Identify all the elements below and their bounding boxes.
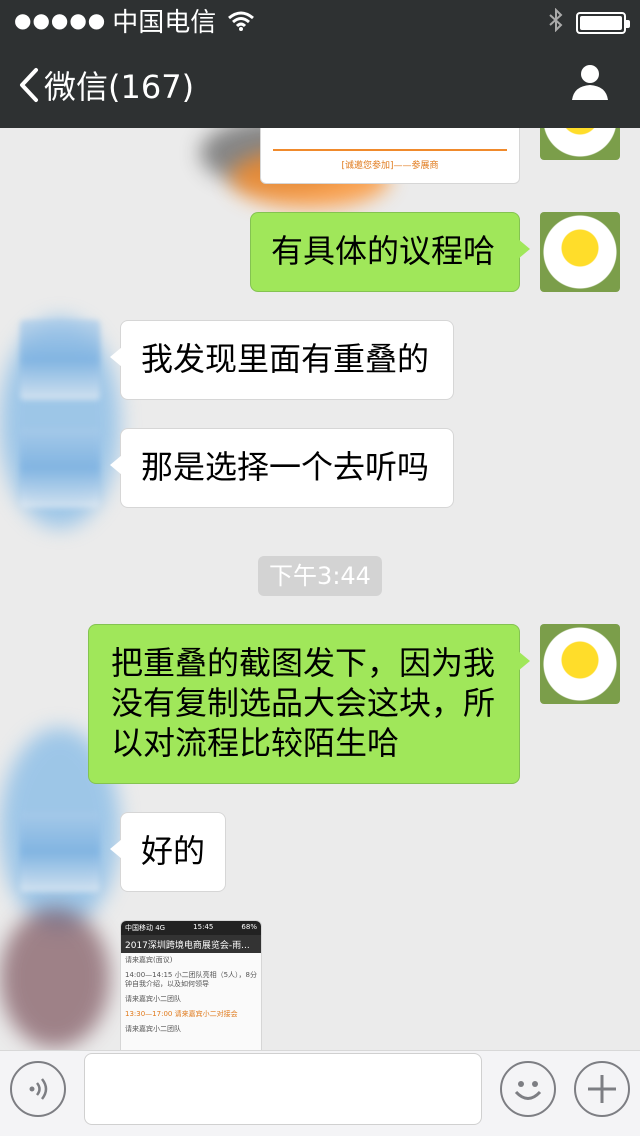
chevron-left-icon [20,68,38,102]
image-row: 请来嘉宾(面议) [125,956,173,964]
back-button[interactable]: 微信(167) [18,62,194,108]
message-input[interactable] [84,1053,482,1125]
image-row: 13:30—17:00 请来嘉宾小二对接会 [125,1010,238,1018]
message-bubble-incoming[interactable]: 好的 [110,812,226,892]
image-row: 14:00—14:15 小二团队亮相（5人），8分钟自我介绍，以及如何领导 [125,971,257,988]
chat-area[interactable]: [诚邀您参加]——参展商 有具体的议程哈 我发现里面有重叠的 那是选择一个去听吗… [0,128,640,1050]
input-bar [0,1050,640,1136]
voice-button[interactable] [10,1061,66,1117]
message-bubble-outgoing[interactable]: 把重叠的截图发下，因为我没有复制选品大会这块，所以对流程比较陌生哈 [88,624,530,784]
wifi-icon [228,9,255,31]
message-text: 我发现里面有重叠的 [141,340,430,378]
avatar-contact[interactable] [20,812,100,892]
image-status-right: 68% [241,923,257,931]
person-icon[interactable] [570,62,610,102]
bluetooth-icon [548,7,564,38]
image-caption: [诚邀您参加]——参展商 [341,161,439,171]
avatar-contact[interactable] [20,428,100,508]
back-label: 微信(167) [44,68,195,106]
redaction-smear [0,908,110,1048]
image-divider [273,149,507,151]
battery-icon [576,12,630,34]
plus-icon [588,1075,616,1103]
message-text: 有具体的议程哈 [271,232,496,270]
avatar-self[interactable] [540,624,620,704]
image-title: 2017深圳跨境电商展览会-雨... [121,935,261,953]
message-text: 把重叠的截图发下，因为我没有复制选品大会这块，所以对流程比较陌生哈 [111,644,496,762]
battery-level [580,16,622,30]
image-status-bar: 中国移动 4G 15:45 68% [121,921,261,935]
message-bubble-incoming[interactable]: 那是选择一个去听吗 [110,428,454,508]
message-text: 那是选择一个去听吗 [141,448,430,486]
image-row: 请来嘉宾小二团队 [125,1025,181,1033]
message-text: 好的 [141,832,206,870]
emoji-button[interactable] [500,1061,556,1117]
voice-icon [29,1078,48,1100]
message-bubble-incoming[interactable]: 我发现里面有重叠的 [110,320,454,400]
nav-bar: 微信(167) [0,40,640,128]
smiley-icon [514,1081,542,1100]
avatar-self[interactable] [540,128,620,160]
avatar-self[interactable] [540,212,620,292]
image-status-time: 15:45 [193,923,214,931]
image-message[interactable]: [诚邀您参加]——参展商 [260,128,520,184]
status-bar: ●●●●● 中国电信 [0,0,640,40]
message-timestamp: 下午3:44 [258,556,382,596]
image-row: 请来嘉宾小二团队 [125,995,181,1003]
image-status-left: 中国移动 4G [125,924,166,932]
more-button[interactable] [574,1061,630,1117]
top-bar: ●●●●● 中国电信 微信(167) [0,0,640,128]
image-message[interactable]: 中国移动 4G 15:45 68% 2017深圳跨境电商展览会-雨... 请来嘉… [120,920,262,1050]
carrier-name: 中国电信 [112,7,217,38]
signal-strength: ●●●●● [14,8,107,32]
avatar-contact[interactable] [20,320,100,400]
message-bubble-outgoing[interactable]: 有具体的议程哈 [250,212,530,292]
